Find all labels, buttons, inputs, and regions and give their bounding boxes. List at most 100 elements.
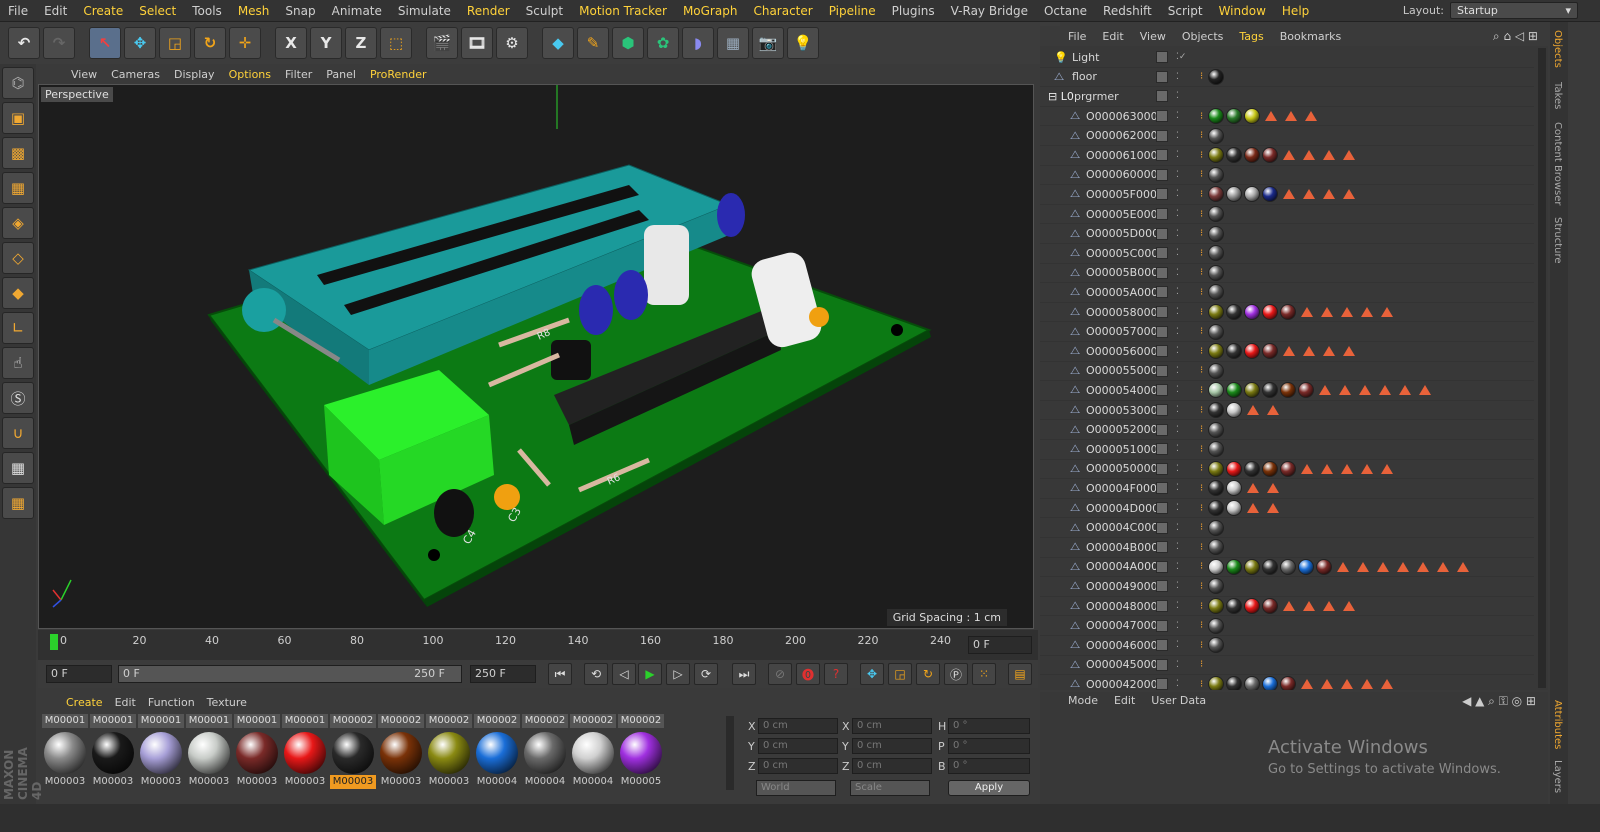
material-tag-icon[interactable] bbox=[1226, 676, 1243, 690]
keyframe-selection-button[interactable]: ? bbox=[824, 663, 848, 685]
viewport-menu-view[interactable]: View bbox=[64, 68, 104, 81]
selection-tag-icon[interactable] bbox=[1323, 150, 1336, 161]
search-icon[interactable]: ⌕ ⌂ ◁ ⊞ bbox=[1493, 29, 1538, 44]
menu-sculpt[interactable]: Sculpt bbox=[518, 4, 571, 18]
selection-tag-icon[interactable] bbox=[1377, 561, 1390, 572]
selection-tag-icon[interactable] bbox=[1437, 561, 1450, 572]
material-tag-icon[interactable] bbox=[1226, 480, 1243, 497]
render-picture-viewer-button[interactable]: 🎞 bbox=[461, 27, 493, 59]
object-name[interactable]: O000058000 bbox=[1086, 306, 1158, 319]
visibility-toggle[interactable] bbox=[1156, 70, 1168, 83]
nav-back-icon[interactable]: ◀ ▲ ⌕ ⚿ ◎ ⊞ bbox=[1462, 694, 1536, 709]
visibility-toggle[interactable] bbox=[1156, 541, 1168, 554]
object-name[interactable]: O000051000 bbox=[1086, 443, 1158, 456]
object-row[interactable]: ⧍ O000054000 ⁚ ⁝ bbox=[1040, 381, 1534, 401]
visibility-toggle[interactable] bbox=[1156, 168, 1168, 181]
selection-tag-icon[interactable] bbox=[1283, 189, 1296, 200]
material-tag-icon[interactable] bbox=[1262, 382, 1279, 399]
visibility-toggle[interactable] bbox=[1156, 364, 1168, 377]
material-menu-function[interactable]: Function bbox=[142, 696, 201, 709]
object-menu-tags[interactable]: Tags bbox=[1231, 30, 1271, 43]
object-menu-view[interactable]: View bbox=[1132, 30, 1174, 43]
menu-help[interactable]: Help bbox=[1274, 4, 1317, 18]
autokey-button[interactable]: ⓿ bbox=[796, 663, 820, 685]
go-to-end-button[interactable]: ⏭ bbox=[732, 663, 756, 685]
material-tag-icon[interactable] bbox=[1226, 402, 1243, 419]
selection-tag-icon[interactable] bbox=[1341, 463, 1354, 474]
visibility-toggle[interactable] bbox=[1156, 345, 1168, 358]
object-name[interactable]: O00005C000 bbox=[1086, 247, 1158, 260]
render-dots-icon[interactable]: ⁚✓ bbox=[1176, 52, 1186, 62]
render-dots-icon[interactable]: ⁚ bbox=[1176, 523, 1179, 533]
selection-tag-icon[interactable] bbox=[1323, 346, 1336, 357]
menu-file[interactable]: File bbox=[0, 4, 36, 18]
visibility-toggle[interactable] bbox=[1156, 678, 1168, 690]
material-menu-create[interactable]: Create bbox=[60, 696, 109, 709]
render-dots-icon[interactable]: ⁚ bbox=[1176, 542, 1179, 552]
render-dots-icon[interactable]: ⁚ bbox=[1176, 111, 1179, 121]
material-tag-icon[interactable] bbox=[1208, 245, 1225, 262]
tab-attributes[interactable]: Attributes bbox=[1552, 700, 1563, 749]
menu-octane[interactable]: Octane bbox=[1036, 4, 1095, 18]
render-dots-icon[interactable]: ⁚ bbox=[1176, 483, 1179, 493]
object-row[interactable]: ⧍ O000055000 ⁚ ⁝ bbox=[1040, 362, 1534, 382]
render-dots-icon[interactable]: ⁚ bbox=[1176, 503, 1179, 513]
object-name[interactable]: O00005F000 bbox=[1086, 188, 1157, 201]
render-dots-icon[interactable]: ⁚ bbox=[1176, 679, 1179, 689]
selection-tag-icon[interactable] bbox=[1337, 561, 1350, 572]
material-menu-edit[interactable]: Edit bbox=[109, 696, 142, 709]
object-row[interactable]: ⧍ O000058000 ⁚ ⁝ bbox=[1040, 303, 1534, 323]
object-menu-edit[interactable]: Edit bbox=[1094, 30, 1131, 43]
magnet-icon[interactable]: ∪ bbox=[2, 417, 34, 449]
object-menu-file[interactable]: File bbox=[1060, 30, 1094, 43]
material-tag-icon[interactable] bbox=[1226, 343, 1243, 360]
selection-tag-icon[interactable] bbox=[1321, 679, 1334, 690]
tab-layers[interactable]: Layers bbox=[1552, 760, 1563, 793]
selection-tag-icon[interactable] bbox=[1381, 463, 1394, 474]
phong-tag-icon[interactable]: ⁝ bbox=[1200, 189, 1203, 200]
material-tag-icon[interactable] bbox=[1208, 637, 1225, 654]
object-row[interactable]: ⧍ floor ⁚ ⁝ bbox=[1040, 68, 1534, 88]
menu-mograph[interactable]: MoGraph bbox=[675, 4, 746, 18]
menu-simulate[interactable]: Simulate bbox=[390, 4, 459, 18]
x-axis-button[interactable]: X bbox=[275, 27, 307, 59]
material-swatch[interactable]: M00002 M00004 bbox=[474, 714, 520, 792]
selection-tag-icon[interactable] bbox=[1303, 150, 1316, 161]
selection-tag-icon[interactable] bbox=[1267, 405, 1280, 416]
render-dots-icon[interactable]: ⁚ bbox=[1176, 170, 1179, 180]
select-tool-button[interactable]: ↖ bbox=[89, 27, 121, 59]
selection-tag-icon[interactable] bbox=[1457, 561, 1470, 572]
deformer-button[interactable]: ◗ bbox=[682, 27, 714, 59]
render-dots-icon[interactable]: ⁚ bbox=[1176, 464, 1179, 474]
phong-tag-icon[interactable]: ⁝ bbox=[1200, 424, 1203, 435]
phong-tag-icon[interactable]: ⁝ bbox=[1200, 620, 1203, 631]
material-tag-icon[interactable] bbox=[1208, 186, 1225, 203]
object-name[interactable]: O000053000 bbox=[1086, 404, 1158, 417]
phong-tag-icon[interactable]: ⁝ bbox=[1200, 346, 1203, 357]
material-tag-icon[interactable] bbox=[1208, 460, 1225, 477]
selection-tag-icon[interactable] bbox=[1303, 601, 1316, 612]
menu-redshift[interactable]: Redshift bbox=[1095, 4, 1160, 18]
object-name[interactable]: O00004C000 bbox=[1086, 521, 1158, 534]
tab-structure[interactable]: Structure bbox=[1552, 217, 1563, 264]
material-swatch[interactable]: M00001 M00003 bbox=[42, 714, 88, 792]
material-tag-icon[interactable] bbox=[1208, 441, 1225, 458]
end-frame-field[interactable]: 250 F bbox=[470, 665, 536, 683]
material-tag-icon[interactable] bbox=[1280, 460, 1297, 477]
selection-tag-icon[interactable] bbox=[1357, 561, 1370, 572]
snap-icon[interactable]: Ⓢ bbox=[2, 382, 34, 414]
material-tag-icon[interactable] bbox=[1208, 617, 1225, 634]
subdivision-button[interactable]: ⬢ bbox=[612, 27, 644, 59]
tab-content-browser[interactable]: Content Browser bbox=[1552, 122, 1563, 205]
coord-scale-dropdown[interactable]: Scale bbox=[850, 780, 930, 796]
axis-mode-icon[interactable]: ∟ bbox=[2, 312, 34, 344]
object-name[interactable]: O000045000 bbox=[1086, 658, 1158, 671]
object-name[interactable]: O000050000 bbox=[1086, 462, 1158, 475]
material-tag-icon[interactable] bbox=[1298, 558, 1315, 575]
selection-tag-icon[interactable] bbox=[1339, 385, 1352, 396]
selection-tag-icon[interactable] bbox=[1343, 189, 1356, 200]
material-swatch[interactable]: M00001 M00003 bbox=[186, 714, 232, 792]
object-row[interactable]: ⧍ O000060000 ⁚ ⁝ bbox=[1040, 166, 1534, 186]
render-dots-icon[interactable]: ⁚ bbox=[1176, 268, 1179, 278]
material-tag-icon[interactable] bbox=[1208, 578, 1225, 595]
